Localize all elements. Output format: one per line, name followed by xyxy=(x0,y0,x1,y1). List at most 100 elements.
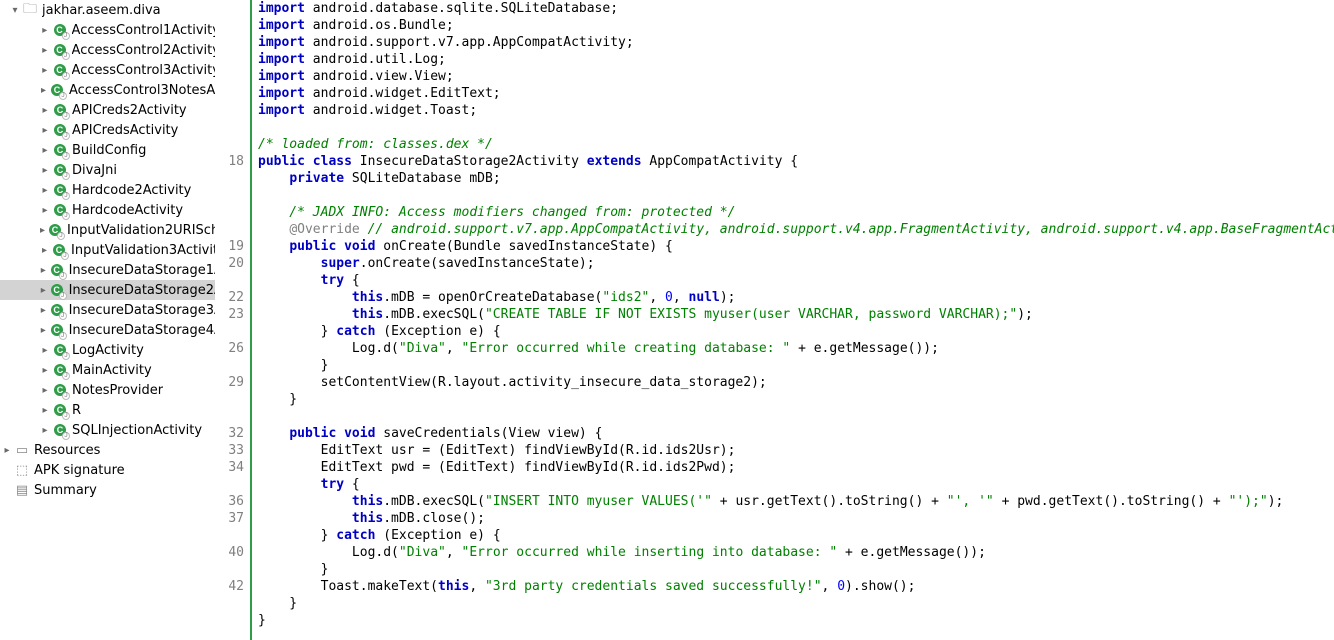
chevron-right-icon[interactable]: ▸ xyxy=(38,125,52,136)
chevron-down-icon[interactable]: ▾ xyxy=(8,5,22,16)
chevron-right-icon[interactable]: ▸ xyxy=(38,65,52,76)
chevron-right-icon[interactable]: ▸ xyxy=(38,265,49,276)
chevron-right-icon[interactable]: ▸ xyxy=(38,25,52,36)
chevron-right-icon[interactable]: ▸ xyxy=(38,385,52,396)
tree-class-row[interactable]: ▸CJInsecureDataStorage4Activity xyxy=(0,320,215,340)
java-class-icon: CJ xyxy=(52,42,68,58)
chevron-right-icon[interactable]: ▸ xyxy=(38,345,52,356)
java-class-icon: CJ xyxy=(52,122,68,138)
code-line: } xyxy=(258,595,1334,612)
tree-class-row[interactable]: ▸CJAccessControl3NotesActivity xyxy=(0,80,215,100)
class-name-label: HardcodeActivity xyxy=(72,203,183,218)
tree-class-row[interactable]: ▸CJ HardcodeActivity xyxy=(0,200,215,220)
line-number: 23 xyxy=(216,306,244,323)
code-line: import android.view.View; xyxy=(258,68,1334,85)
code-line: private SQLiteDatabase mDB; xyxy=(258,170,1334,187)
chevron-right-icon[interactable]: ▸ xyxy=(38,165,52,176)
code-line xyxy=(258,187,1334,204)
code-area[interactable]: import android.database.sqlite.SQLiteDat… xyxy=(252,0,1334,640)
java-class-icon: CJ xyxy=(52,202,68,218)
tree-apk-row[interactable]: APK signature xyxy=(0,460,215,480)
package-tree[interactable]: ▾ 🗀 jakhar.aseem.diva ▸CJAccessControl1A… xyxy=(0,0,216,640)
chevron-right-icon[interactable]: ▸ xyxy=(38,185,52,196)
line-number xyxy=(216,17,244,34)
tree-summary-row[interactable]: Summary xyxy=(0,480,215,500)
code-line: /* JADX INFO: Access modifiers changed f… xyxy=(258,204,1334,221)
line-number xyxy=(216,51,244,68)
tree-class-row[interactable]: ▸CJSQLInjectionActivity xyxy=(0,420,215,440)
chevron-right-icon[interactable]: ▸ xyxy=(38,425,52,436)
class-name-label: BuildConfig xyxy=(72,143,146,158)
chevron-right-icon[interactable]: ▸ xyxy=(38,245,51,256)
code-line: import android.util.Log; xyxy=(258,51,1334,68)
apk-signature-icon xyxy=(14,462,30,478)
code-line: import android.support.v7.app.AppCompatA… xyxy=(258,34,1334,51)
chevron-right-icon[interactable]: ▸ xyxy=(38,105,52,116)
line-number xyxy=(216,204,244,221)
code-line: try { xyxy=(258,476,1334,493)
tree-class-row[interactable]: ▸CJAccessControl2Activity xyxy=(0,40,215,60)
tree-class-row[interactable]: ▸CJR xyxy=(0,400,215,420)
chevron-right-icon[interactable]: ▸ xyxy=(38,325,49,336)
tree-class-row[interactable]: ▸CJNotesProvider xyxy=(0,380,215,400)
java-class-icon: CJ xyxy=(49,282,65,298)
java-class-icon: CJ xyxy=(52,422,68,438)
line-number xyxy=(216,272,244,289)
line-number xyxy=(216,476,244,493)
line-number: 19 xyxy=(216,238,244,255)
chevron-right-icon[interactable]: ▸ xyxy=(0,445,14,456)
class-name-label: InsecureDataStorage3Activity xyxy=(69,303,215,318)
code-editor[interactable]: 1819202223262932333436374042 import andr… xyxy=(216,0,1334,640)
tree-class-row[interactable]: ▸CJDivaJni xyxy=(0,160,215,180)
line-number xyxy=(216,561,244,578)
code-line xyxy=(258,408,1334,425)
tree-package-row[interactable]: ▾ 🗀 jakhar.aseem.diva xyxy=(0,0,215,20)
line-number xyxy=(216,136,244,153)
chevron-right-icon[interactable]: ▸ xyxy=(38,205,52,216)
class-name-label: InputValidation2URISchemeActivity xyxy=(67,223,215,238)
line-number xyxy=(216,527,244,544)
tree-class-row[interactable]: ▸CJAccessControl3Activity xyxy=(0,60,215,80)
line-number: 18 xyxy=(216,153,244,170)
tree-class-row[interactable]: ▸CJInsecureDataStorage2Activity xyxy=(0,280,215,300)
summary-label: Summary xyxy=(34,483,97,498)
tree-class-row[interactable]: ▸CJLogActivity xyxy=(0,340,215,360)
code-line: } xyxy=(258,357,1334,374)
line-number xyxy=(216,323,244,340)
chevron-right-icon[interactable]: ▸ xyxy=(38,285,49,296)
line-number xyxy=(216,34,244,51)
line-number xyxy=(216,187,244,204)
chevron-right-icon[interactable]: ▸ xyxy=(38,405,52,416)
resources-icon xyxy=(14,442,30,458)
code-line: /* loaded from: classes.dex */ xyxy=(258,136,1334,153)
tree-class-row[interactable]: ▸CJAccessControl1Activity xyxy=(0,20,215,40)
chevron-right-icon[interactable]: ▸ xyxy=(38,305,49,316)
java-class-icon: CJ xyxy=(52,22,68,38)
tree-class-row[interactable]: ▸CJHardcode2Activity xyxy=(0,180,215,200)
tree-class-row[interactable]: ▸CJInsecureDataStorage3Activity xyxy=(0,300,215,320)
chevron-right-icon[interactable]: ▸ xyxy=(38,365,52,376)
tree-class-row[interactable]: ▸CJ APICreds2Activity xyxy=(0,100,215,120)
tree-class-row[interactable]: ▸CJMainActivity xyxy=(0,360,215,380)
class-name-label: APICreds2Activity xyxy=(72,103,187,118)
tree-class-row[interactable]: ▸CJAPICredsActivity xyxy=(0,120,215,140)
chevron-right-icon[interactable]: ▸ xyxy=(38,145,52,156)
code-line: } xyxy=(258,391,1334,408)
code-line: this.mDB.execSQL("CREATE TABLE IF NOT EX… xyxy=(258,306,1334,323)
code-line: import android.widget.Toast; xyxy=(258,102,1334,119)
chevron-right-icon[interactable]: ▸ xyxy=(38,85,49,96)
tree-class-row[interactable]: ▸CJInputValidation3Activity xyxy=(0,240,215,260)
code-line: } catch (Exception e) { xyxy=(258,527,1334,544)
tree-class-row[interactable]: ▸CJInsecureDataStorage1Activity xyxy=(0,260,215,280)
class-name-label: InsecureDataStorage1Activity xyxy=(69,263,215,278)
line-number: 37 xyxy=(216,510,244,527)
tree-class-row[interactable]: ▸CJBuildConfig xyxy=(0,140,215,160)
tree-resources-row[interactable]: ▸ Resources xyxy=(0,440,215,460)
java-class-icon: CJ xyxy=(52,102,68,118)
tree-class-row[interactable]: ▸CJ InputValidation2URISchemeActivity xyxy=(0,220,215,240)
java-class-icon: CJ xyxy=(47,222,63,238)
class-name-label: InsecureDataStorage4Activity xyxy=(69,323,215,338)
chevron-right-icon[interactable]: ▸ xyxy=(38,225,47,236)
chevron-right-icon[interactable]: ▸ xyxy=(38,45,52,56)
code-line xyxy=(258,119,1334,136)
